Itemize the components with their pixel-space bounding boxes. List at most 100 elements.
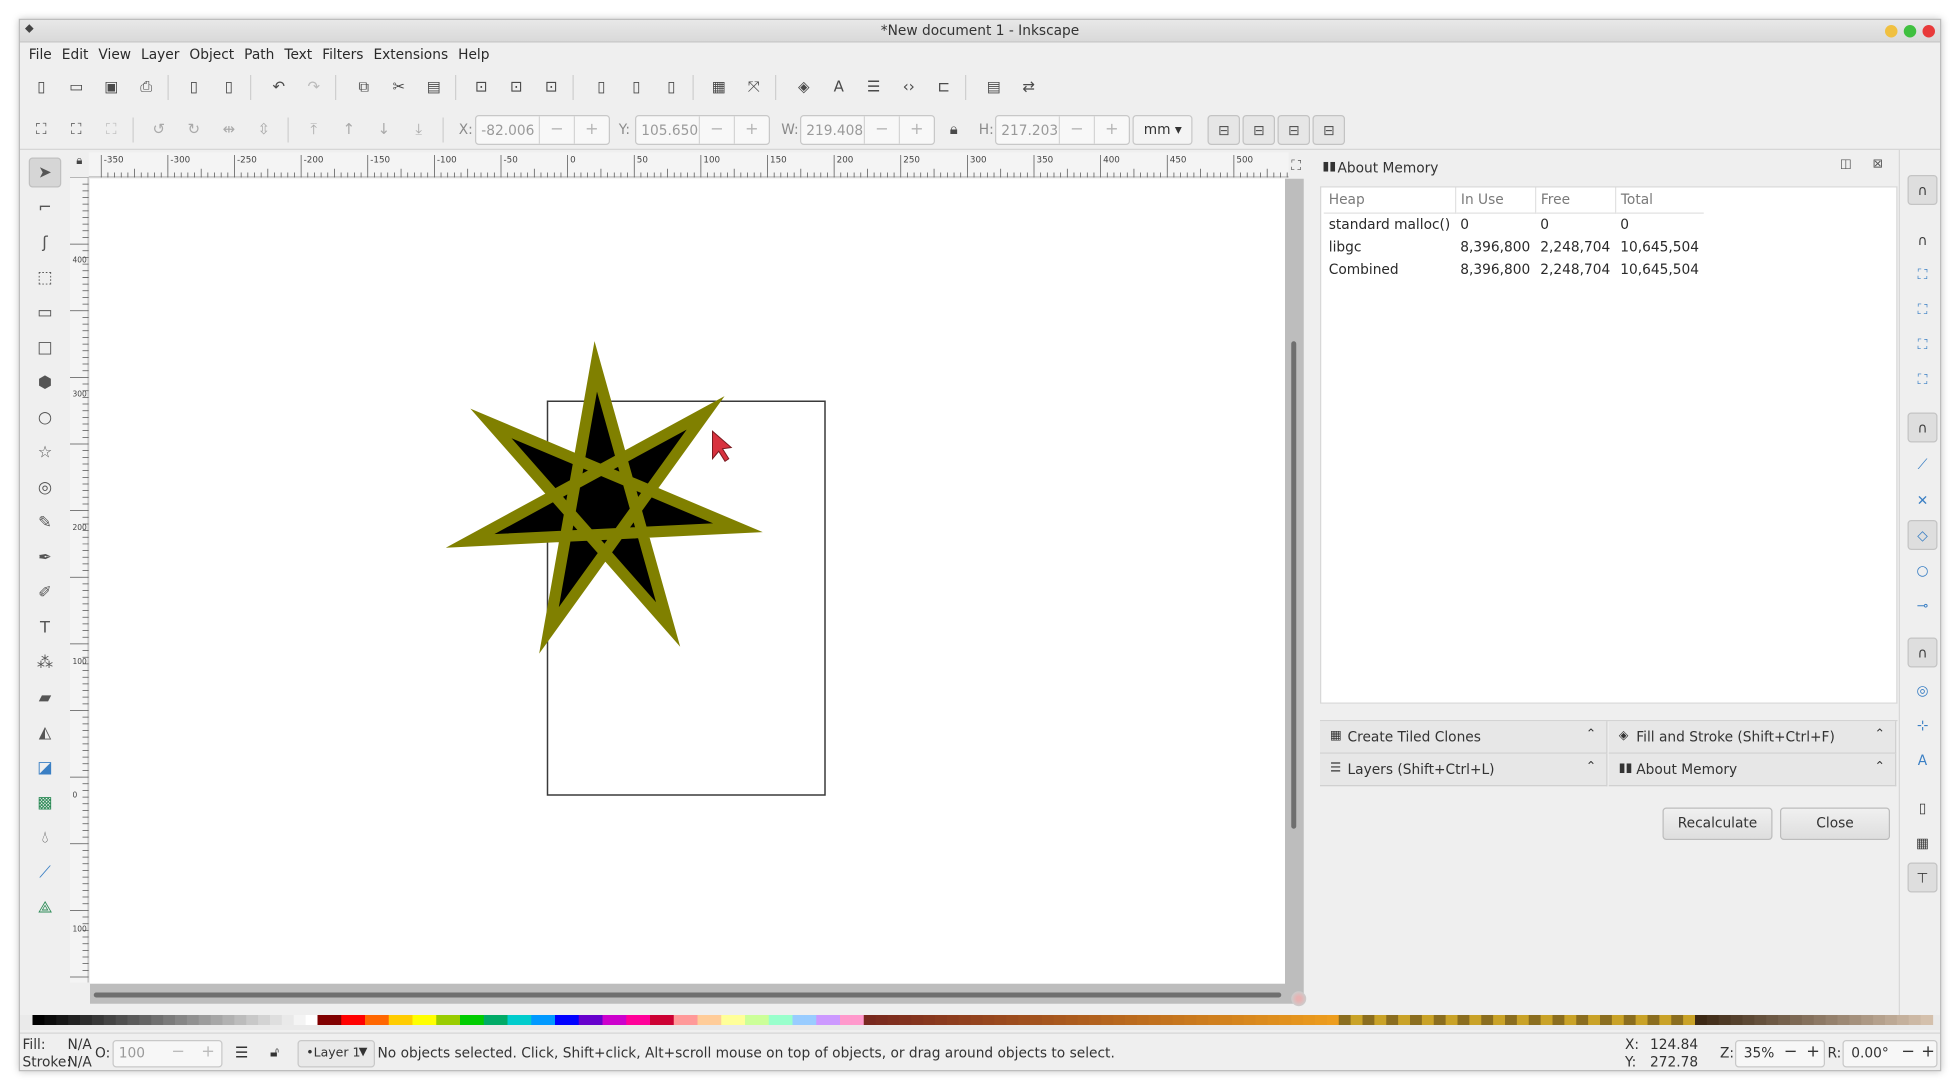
fill-stroke-icon[interactable]: ◈ [790,73,818,101]
color-swatch[interactable] [56,1015,69,1025]
menu-help[interactable]: Help [453,43,494,68]
col-free[interactable]: Free [1535,187,1616,214]
color-swatch[interactable] [32,1015,46,1025]
ruler-lock-icon[interactable]: 🔒︎ [76,155,82,168]
mesh-tool-icon[interactable]: ▩ [29,788,62,818]
y-coordinate-field[interactable]: Y: 105.650 − + [619,115,770,145]
menu-object[interactable]: Object [184,43,239,68]
color-swatch[interactable] [1243,1015,1257,1025]
snap-intersection-icon[interactable]: ✕ [1908,485,1938,515]
snap-midpoint-icon[interactable]: ⊸ [1908,590,1938,620]
save-icon[interactable]: ▣ [98,73,126,101]
color-swatch[interactable] [186,1015,200,1025]
tab-fill-and-stroke[interactable]: ◈ Fill and Stroke (Shift+Ctrl+F) ⌃ [1608,721,1897,754]
color-swatch[interactable] [1588,1015,1601,1025]
snap-bbox-edge-icon[interactable]: ⛶ [1908,260,1938,290]
zoom-tool-icon[interactable]: ⬚ [29,263,62,293]
undo-icon[interactable]: ↶ [265,73,293,101]
color-swatch[interactable] [1647,1015,1661,1025]
copy-icon[interactable]: ⧉ [350,73,378,101]
rectangle-tool-icon[interactable]: □ [29,333,62,363]
color-swatch[interactable] [1350,1015,1364,1025]
color-swatch[interactable] [1896,1015,1910,1025]
color-swatch[interactable] [1125,1015,1138,1025]
width-field[interactable]: W: 219.408 − + [781,115,935,145]
color-swatch[interactable] [293,1015,307,1025]
color-swatch[interactable] [1849,1015,1862,1025]
fill-value[interactable]: N/A [68,1036,92,1052]
ungroup-icon[interactable]: ⤧ [740,73,768,101]
color-swatch[interactable] [1113,1015,1126,1025]
color-swatch[interactable] [175,1015,188,1025]
chevron-up-icon[interactable]: ⌃ [1586,760,1596,774]
color-swatch[interactable] [1089,1015,1102,1025]
h-increment-button[interactable]: + [1093,116,1129,144]
snap-bbox-midpoint-icon[interactable]: ⛶ [1908,330,1938,360]
pencil-tool-icon[interactable]: ✎ [29,508,62,538]
color-swatch[interactable] [555,1015,568,1025]
snap-page-border-icon[interactable]: ▯ [1908,793,1938,823]
w-value[interactable]: 219.408 [801,122,864,138]
color-swatch[interactable] [626,1015,639,1025]
color-managed-icon[interactable] [1291,991,1307,1007]
zoom-field[interactable]: 35% − + [1735,1040,1825,1068]
vertical-scrollbar[interactable] [1285,178,1304,1004]
color-swatch[interactable] [697,1015,711,1025]
text-tool-icon[interactable]: T [29,613,62,643]
tab-layers[interactable]: ☰ Layers (Shift+Ctrl+L) ⌃ [1320,753,1608,787]
w-increment-button[interactable]: + [898,116,934,144]
color-swatch[interactable] [756,1015,770,1025]
paint-bucket-tool-icon[interactable]: ◭ [29,718,62,748]
color-swatch[interactable] [1908,1015,1922,1025]
color-swatch[interactable] [483,1015,497,1025]
snap-bbox-corner-icon[interactable]: ⛶ [1908,295,1938,325]
layers-icon[interactable]: ☰ [860,73,888,101]
raise-icon[interactable]: ↑ [335,115,363,143]
color-swatch[interactable] [531,1015,544,1025]
spray-tool-icon[interactable]: ⁂ [29,648,62,678]
color-swatch[interactable] [543,1015,556,1025]
layer-dropdown[interactable]: •Layer 1 ▼ [297,1040,375,1068]
color-swatch[interactable] [970,1015,984,1025]
color-swatch[interactable] [436,1015,449,1025]
h-value[interactable]: 217.203 [996,122,1059,138]
color-swatch[interactable] [246,1015,259,1025]
color-swatch[interactable] [103,1015,117,1025]
color-swatch[interactable] [1671,1015,1684,1025]
snap-cusp-icon[interactable]: ◇ [1907,520,1938,550]
group-icon[interactable]: ▦ [705,73,733,101]
snap-enable-icon[interactable]: ∩ [1907,175,1938,205]
snap-bbox-center-icon[interactable]: ⛶ [1908,365,1938,395]
rotation-value[interactable]: 0.00° [1851,1045,1889,1061]
color-swatch[interactable] [68,1015,81,1025]
spiral-tool-icon[interactable]: ◎ [29,473,62,503]
scale-corners-button[interactable]: ⊟ [1242,115,1275,145]
menu-extensions[interactable]: Extensions [368,43,453,68]
color-swatch[interactable] [305,1015,319,1025]
color-swatch[interactable] [816,1015,829,1025]
color-swatch[interactable] [1006,1015,1019,1025]
color-swatch[interactable] [460,1015,473,1025]
color-swatch[interactable] [1469,1015,1482,1025]
maximize-button[interactable] [1903,25,1917,38]
color-swatch[interactable] [353,1015,366,1025]
close-dialog-button[interactable]: Close [1780,807,1890,840]
vertical-scroll-thumb[interactable] [1291,341,1297,829]
rotate-ccw-icon[interactable]: ↺ [145,115,173,143]
color-swatch[interactable] [1231,1015,1245,1025]
col-heap[interactable]: Heap [1323,187,1456,214]
menu-path[interactable]: Path [239,43,279,68]
color-swatch[interactable] [994,1015,1007,1025]
color-swatch[interactable] [151,1015,164,1025]
color-swatch[interactable] [863,1015,877,1025]
clone-icon[interactable]: ▯ [623,73,651,101]
color-swatch[interactable] [982,1015,996,1025]
color-swatch[interactable] [519,1015,532,1025]
import-icon[interactable]: ▯ [180,73,208,101]
color-swatch[interactable] [887,1015,901,1025]
text-font-icon[interactable]: A [825,73,853,101]
print-icon[interactable]: ⎙ [133,73,161,101]
color-swatch[interactable] [1326,1015,1340,1025]
color-swatch[interactable] [210,1015,224,1025]
zoom-in-button[interactable]: + [1806,1043,1820,1062]
